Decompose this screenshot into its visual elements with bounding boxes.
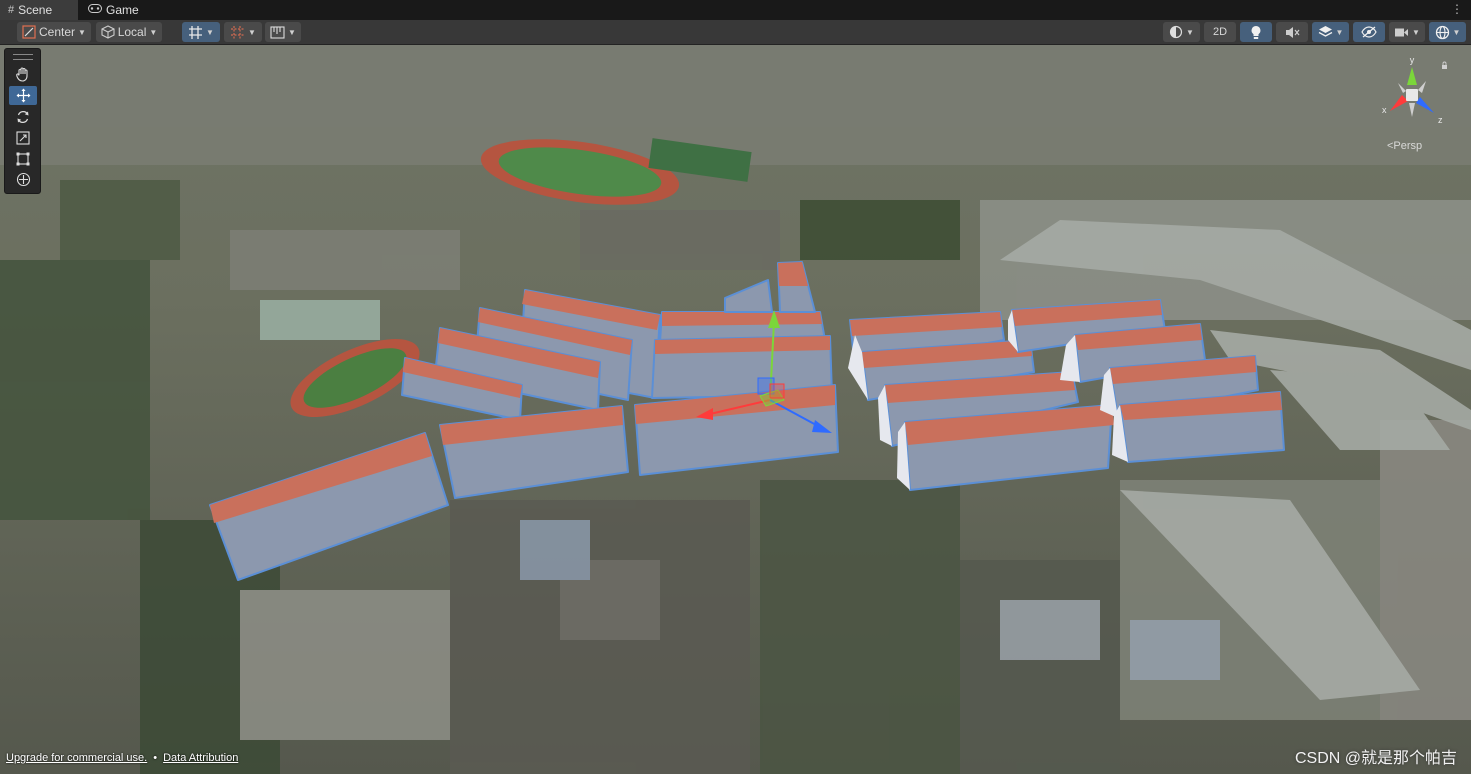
gizmo-x-label: x: [1382, 105, 1387, 115]
chevron-down-icon: ▼: [206, 27, 214, 37]
ruler-snapping-toggle[interactable]: ▼: [265, 22, 301, 42]
eye-hidden-icon: [1361, 26, 1377, 38]
shaded-sphere-icon: [1169, 25, 1183, 39]
more-options-icon[interactable]: ⋮: [1451, 2, 1463, 16]
chevron-down-icon: ▼: [149, 27, 158, 37]
upgrade-link[interactable]: Upgrade for commercial use.: [6, 752, 147, 764]
transform-tool-button[interactable]: [9, 170, 37, 189]
view-tool-button[interactable]: [9, 65, 37, 84]
rect-tool-button[interactable]: [9, 149, 37, 168]
2d-mode-toggle[interactable]: 2D: [1204, 22, 1236, 42]
scene-viewport[interactable]: [0, 45, 1471, 774]
chevron-down-icon: ▼: [1186, 27, 1194, 37]
chevron-down-icon: ▼: [248, 27, 256, 37]
grid-snap-icon: [189, 25, 203, 39]
camera-settings-dropdown[interactable]: ▼: [1389, 22, 1425, 42]
grid-snapping-toggle[interactable]: ▼: [182, 22, 220, 42]
handle-rotation-label: Local: [117, 25, 147, 39]
transform-all-icon: [16, 172, 30, 187]
chevron-down-icon: ▼: [78, 27, 86, 37]
effects-dropdown[interactable]: ▼: [1312, 22, 1349, 42]
tab-scene-label: Scene: [18, 3, 53, 17]
map-footer: Upgrade for commercial use. • Data Attri…: [6, 752, 238, 764]
pivot-mode-dropdown[interactable]: Center ▼: [17, 22, 91, 42]
projection-toggle[interactable]: <Persp: [1387, 140, 1422, 152]
pivot-center-icon: [22, 25, 36, 39]
gamepad-icon: [88, 4, 102, 16]
gizmo-z-cone[interactable]: [1416, 97, 1434, 113]
tool-palette: [4, 48, 41, 194]
increment-snapping-toggle[interactable]: ▼: [224, 22, 262, 42]
move-tool-button[interactable]: [9, 86, 37, 105]
watermark-text: CSDN @就是那个帕吉: [1294, 750, 1457, 767]
gizmo-y-cone[interactable]: [1407, 67, 1417, 85]
chevron-down-icon: ▼: [1452, 27, 1461, 37]
move-arrows-icon: [16, 88, 30, 103]
handle-rotation-dropdown[interactable]: Local ▼: [96, 22, 162, 42]
rotate-tool-button[interactable]: [9, 107, 37, 126]
tab-game-label: Game: [106, 3, 139, 17]
chevron-down-icon: ▼: [288, 27, 296, 37]
increment-snap-icon: [231, 25, 245, 39]
gizmo-x-cone[interactable]: [1390, 95, 1408, 111]
gizmos-dropdown[interactable]: ▼: [1429, 22, 1466, 42]
draw-mode-dropdown[interactable]: ▼: [1163, 22, 1200, 42]
window-tab-bar: # Scene Game ⋮: [0, 0, 1471, 20]
data-attribution-link[interactable]: Data Attribution: [163, 752, 238, 764]
chevron-down-icon: ▼: [1412, 27, 1420, 37]
scale-icon: [16, 130, 30, 145]
tab-scene[interactable]: # Scene: [0, 0, 78, 20]
palette-drag-handle[interactable]: [13, 54, 33, 60]
hand-icon: [16, 67, 28, 82]
rect-transform-icon: [16, 152, 30, 165]
gizmo-y-label: y: [1410, 55, 1415, 65]
chevron-down-icon: ▼: [1335, 27, 1344, 37]
speaker-muted-icon: [1285, 26, 1299, 38]
lock-icon[interactable]: [1442, 61, 1447, 69]
2d-mode-label: 2D: [1212, 26, 1228, 38]
lightbulb-icon: [1251, 25, 1261, 39]
scene-lighting-toggle[interactable]: [1240, 22, 1272, 42]
hidden-objects-toggle[interactable]: [1353, 22, 1385, 42]
scene-audio-toggle[interactable]: [1276, 22, 1308, 42]
scale-tool-button[interactable]: [9, 128, 37, 147]
tab-game[interactable]: Game: [80, 0, 150, 20]
building-roof: [662, 312, 822, 326]
camera-icon: [1395, 28, 1409, 36]
gizmo-globe-icon: [1435, 25, 1449, 39]
pivot-mode-label: Center: [39, 25, 76, 39]
orientation-gizmo[interactable]: y x z: [1376, 55, 1448, 127]
scene-toolbar: Center ▼ Local ▼ ▼ ▼ ▼ ▼ 2D ▼ ▼ ▼: [0, 20, 1471, 45]
scene-render: [0, 45, 1471, 774]
footer-separator: •: [153, 752, 158, 764]
ruler-icon: [270, 25, 285, 39]
gizmo-z-label: z: [1438, 115, 1443, 125]
rotate-icon: [17, 110, 29, 123]
layers-effects-icon: [1318, 26, 1332, 37]
local-cube-icon: [101, 25, 115, 39]
hash-icon: #: [8, 4, 15, 16]
gizmo-center-cube[interactable]: [1406, 89, 1418, 101]
